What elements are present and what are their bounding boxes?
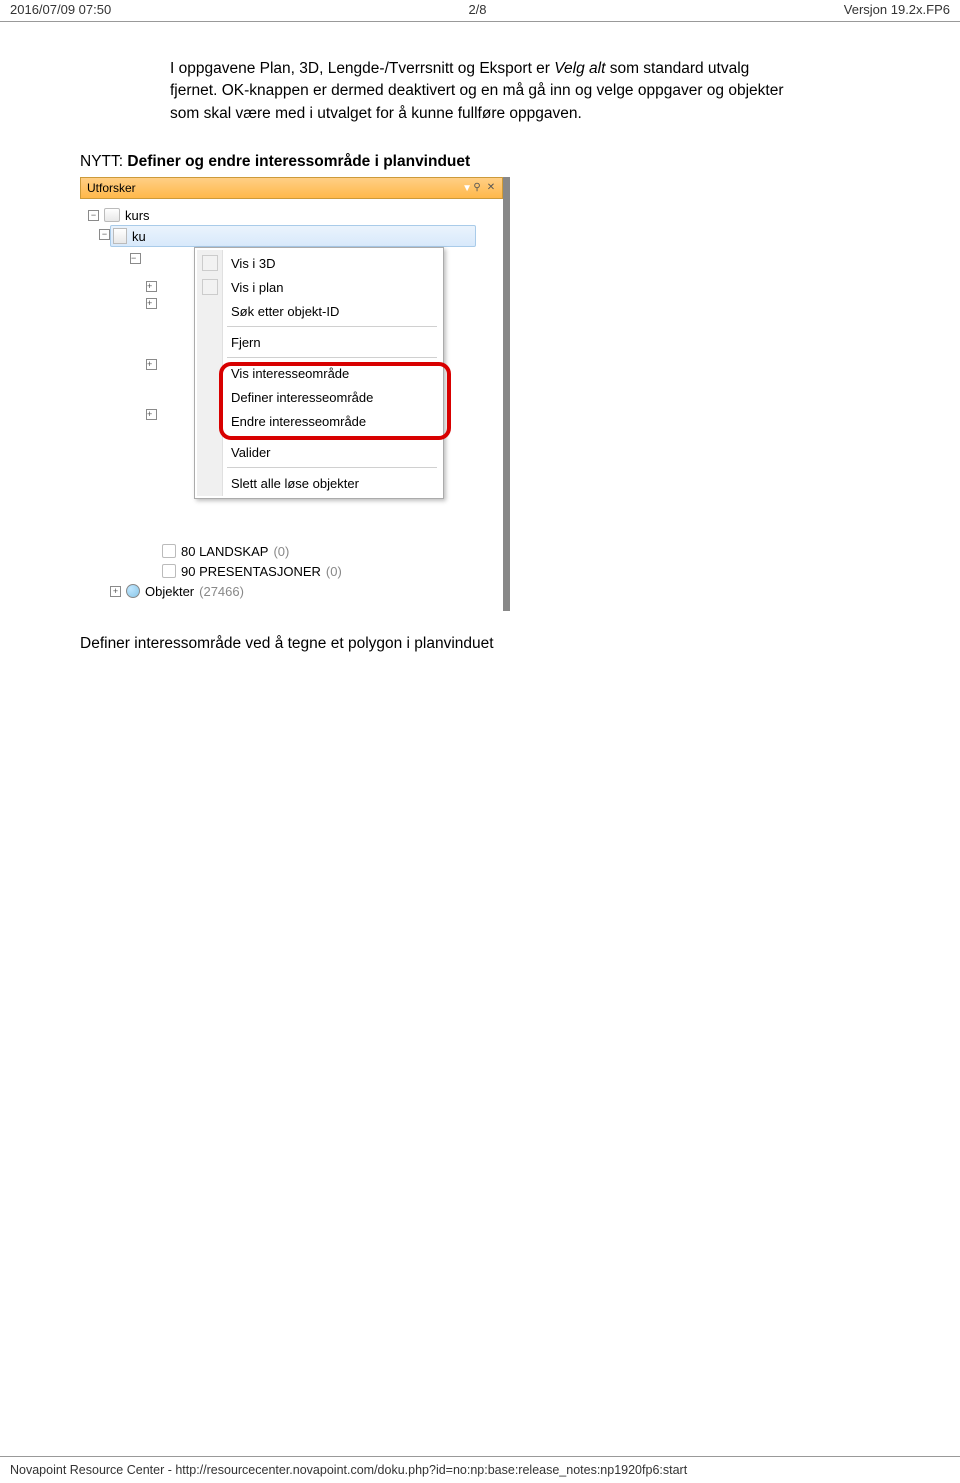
header-version: Versjon 19.2x.FP6: [844, 2, 950, 17]
menu-item-validate[interactable]: Valider: [197, 440, 441, 464]
folder-icon: [104, 208, 120, 222]
page-header: 2016/07/09 07:50 2/8 Versjon 19.2x.FP6: [0, 0, 960, 22]
menu-separator: [227, 326, 437, 327]
pin-icon[interactable]: ⚲: [472, 183, 482, 193]
menu-item-remove[interactable]: Fjern: [197, 330, 441, 354]
view-plan-icon: [202, 279, 218, 295]
menu-item-view-3d[interactable]: Vis i 3D: [197, 251, 441, 275]
close-icon[interactable]: ✕: [486, 183, 496, 193]
tree-node-kurs[interactable]: − kurs: [86, 205, 499, 225]
expand-icon[interactable]: +: [146, 359, 157, 370]
context-menu: Vis i 3D Vis i plan Søk etter objekt-ID …: [194, 247, 444, 499]
menu-item-delete-loose[interactable]: Slett alle løse objekter: [197, 471, 441, 495]
menu-separator: [227, 467, 437, 468]
menu-item-view-plan[interactable]: Vis i plan: [197, 275, 441, 299]
expand-icon[interactable]: +: [146, 281, 157, 292]
collapse-icon[interactable]: −: [88, 210, 99, 221]
footer-source: Novapoint Resource Center - http://resou…: [10, 1463, 687, 1477]
intro-paragraph: I oppgavene Plan, 3D, Lengde-/Tverrsnitt…: [170, 58, 790, 125]
emphasis-text: Velg alt: [554, 60, 605, 77]
document-icon: [113, 228, 127, 244]
menu-item-search-id[interactable]: Søk etter objekt-ID: [197, 299, 441, 323]
view-3d-icon: [202, 255, 218, 271]
tree-node-presentasjoner[interactable]: 90 PRESENTASJONER (0): [86, 561, 499, 581]
page-footer: Novapoint Resource Center - http://resou…: [0, 1456, 960, 1477]
expand-icon[interactable]: +: [146, 298, 157, 309]
menu-separator: [227, 357, 437, 358]
highlight-annotation: [219, 362, 451, 440]
task-icon: [162, 544, 176, 558]
panel-titlebar: Utforsker ▼ ⚲ ✕: [80, 177, 503, 199]
tree-node-selected[interactable]: ku: [110, 225, 476, 247]
tree-node-objekter[interactable]: + Objekter (27466): [86, 581, 499, 601]
header-page-number: 2/8: [468, 2, 486, 17]
section-heading: NYTT: Definer og endre interessområde i …: [80, 153, 880, 171]
globe-icon: [126, 584, 140, 598]
tree-view: − kurs − ku −: [80, 199, 503, 611]
collapse-icon[interactable]: −: [130, 253, 141, 264]
task-icon: [162, 564, 176, 578]
expand-icon[interactable]: +: [110, 586, 121, 597]
screenshot-explorer-panel: Utforsker ▼ ⚲ ✕ − kurs − k: [80, 177, 510, 611]
tree-node-landskap[interactable]: 80 LANDSKAP (0): [86, 541, 499, 561]
panel-title: Utforsker: [87, 181, 136, 195]
expand-icon[interactable]: +: [146, 409, 157, 420]
caption-text: Definer interessområde ved å tegne et po…: [80, 635, 880, 653]
chevron-down-icon[interactable]: ▼: [462, 183, 472, 194]
collapse-icon[interactable]: −: [99, 229, 110, 240]
header-datetime: 2016/07/09 07:50: [10, 2, 111, 17]
